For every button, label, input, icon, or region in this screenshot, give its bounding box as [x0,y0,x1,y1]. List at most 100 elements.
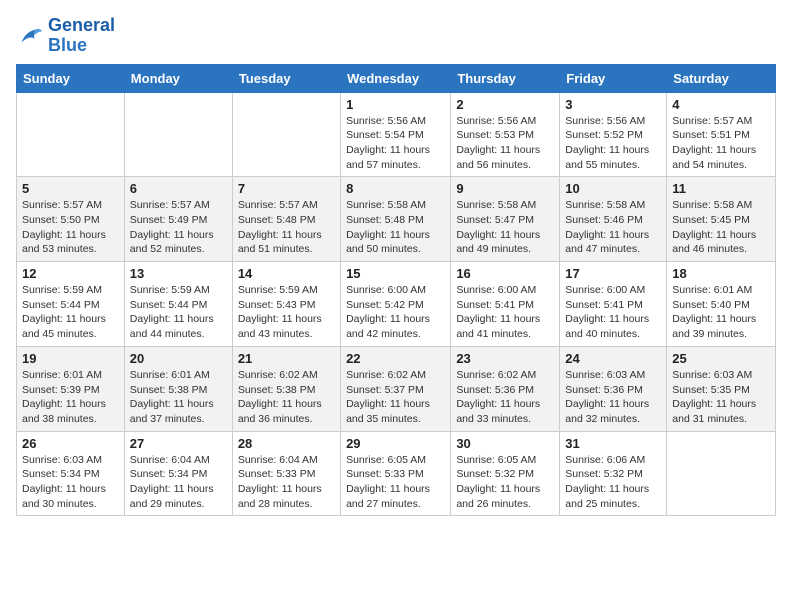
calendar-cell [667,431,776,516]
day-info: Sunrise: 5:57 AM Sunset: 5:50 PM Dayligh… [22,198,119,257]
calendar-cell: 17 Sunrise: 6:00 AM Sunset: 5:41 PM Dayli… [560,262,667,347]
day-info: Sunrise: 6:01 AM Sunset: 5:38 PM Dayligh… [130,368,227,427]
day-number: 10 [565,181,661,196]
day-info: Sunrise: 6:02 AM Sunset: 5:37 PM Dayligh… [346,368,445,427]
day-number: 24 [565,351,661,366]
day-info: Sunrise: 5:56 AM Sunset: 5:54 PM Dayligh… [346,114,445,173]
calendar-cell: 24 Sunrise: 6:03 AM Sunset: 5:36 PM Dayli… [560,346,667,431]
day-number: 30 [456,436,554,451]
day-number: 19 [22,351,119,366]
calendar-header: SundayMondayTuesdayWednesdayThursdayFrid… [17,64,776,92]
day-info: Sunrise: 5:58 AM Sunset: 5:45 PM Dayligh… [672,198,770,257]
day-number: 3 [565,97,661,112]
calendar-cell: 10 Sunrise: 5:58 AM Sunset: 5:46 PM Dayli… [560,177,667,262]
day-number: 15 [346,266,445,281]
day-info: Sunrise: 5:57 AM Sunset: 5:48 PM Dayligh… [238,198,335,257]
day-number: 2 [456,97,554,112]
logo: General Blue [16,16,115,56]
calendar-cell: 1 Sunrise: 5:56 AM Sunset: 5:54 PM Daylig… [341,92,451,177]
day-info: Sunrise: 6:00 AM Sunset: 5:42 PM Dayligh… [346,283,445,342]
weekday-header: Sunday [17,64,125,92]
calendar-cell: 8 Sunrise: 5:58 AM Sunset: 5:48 PM Daylig… [341,177,451,262]
calendar-cell: 22Sunrise: 6:02 AM Sunset: 5:37 PM Dayli… [341,346,451,431]
calendar-cell: 3 Sunrise: 5:56 AM Sunset: 5:52 PM Daylig… [560,92,667,177]
day-info: Sunrise: 6:05 AM Sunset: 5:32 PM Dayligh… [456,453,554,512]
day-number: 14 [238,266,335,281]
calendar-cell: 5 Sunrise: 5:57 AM Sunset: 5:50 PM Daylig… [17,177,125,262]
header-row: SundayMondayTuesdayWednesdayThursdayFrid… [17,64,776,92]
calendar-cell: 27 Sunrise: 6:04 AM Sunset: 5:34 PM Dayli… [124,431,232,516]
calendar-cell: 15 Sunrise: 6:00 AM Sunset: 5:42 PM Dayli… [341,262,451,347]
calendar-cell: 7 Sunrise: 5:57 AM Sunset: 5:48 PM Daylig… [232,177,340,262]
day-number: 27 [130,436,227,451]
day-info: Sunrise: 5:58 AM Sunset: 5:47 PM Dayligh… [456,198,554,257]
day-info: Sunrise: 5:57 AM Sunset: 5:49 PM Dayligh… [130,198,227,257]
calendar-week-row: 26Sunrise: 6:03 AM Sunset: 5:34 PM Dayli… [17,431,776,516]
day-info: Sunrise: 5:58 AM Sunset: 5:46 PM Dayligh… [565,198,661,257]
day-number: 11 [672,181,770,196]
calendar-cell: 14 Sunrise: 5:59 AM Sunset: 5:43 PM Dayli… [232,262,340,347]
calendar-cell: 13 Sunrise: 5:59 AM Sunset: 5:44 PM Dayli… [124,262,232,347]
day-info: Sunrise: 6:00 AM Sunset: 5:41 PM Dayligh… [565,283,661,342]
day-number: 21 [238,351,335,366]
day-number: 13 [130,266,227,281]
day-number: 29 [346,436,445,451]
calendar-cell: 19Sunrise: 6:01 AM Sunset: 5:39 PM Dayli… [17,346,125,431]
day-number: 25 [672,351,770,366]
day-info: Sunrise: 6:04 AM Sunset: 5:34 PM Dayligh… [130,453,227,512]
weekday-header: Thursday [451,64,560,92]
day-number: 1 [346,97,445,112]
day-info: Sunrise: 5:59 AM Sunset: 5:44 PM Dayligh… [130,283,227,342]
calendar-body: 1 Sunrise: 5:56 AM Sunset: 5:54 PM Daylig… [17,92,776,516]
calendar-cell: 12 Sunrise: 5:59 AM Sunset: 5:44 PM Dayli… [17,262,125,347]
day-number: 7 [238,181,335,196]
calendar-week-row: 1 Sunrise: 5:56 AM Sunset: 5:54 PM Daylig… [17,92,776,177]
day-number: 20 [130,351,227,366]
calendar-cell: 11 Sunrise: 5:58 AM Sunset: 5:45 PM Dayli… [667,177,776,262]
calendar-cell: 31 Sunrise: 6:06 AM Sunset: 5:32 PM Dayli… [560,431,667,516]
day-info: Sunrise: 5:59 AM Sunset: 5:44 PM Dayligh… [22,283,119,342]
day-number: 4 [672,97,770,112]
day-number: 26 [22,436,119,451]
calendar-week-row: 12 Sunrise: 5:59 AM Sunset: 5:44 PM Dayli… [17,262,776,347]
calendar-cell: 30 Sunrise: 6:05 AM Sunset: 5:32 PM Dayli… [451,431,560,516]
day-info: Sunrise: 6:03 AM Sunset: 5:35 PM Dayligh… [672,368,770,427]
calendar-cell: 28 Sunrise: 6:04 AM Sunset: 5:33 PM Dayli… [232,431,340,516]
calendar-week-row: 19Sunrise: 6:01 AM Sunset: 5:39 PM Dayli… [17,346,776,431]
calendar-cell [232,92,340,177]
day-number: 9 [456,181,554,196]
logo-text: General Blue [48,16,115,56]
calendar-cell [124,92,232,177]
calendar-cell: 18 Sunrise: 6:01 AM Sunset: 5:40 PM Dayli… [667,262,776,347]
day-info: Sunrise: 6:06 AM Sunset: 5:32 PM Dayligh… [565,453,661,512]
day-number: 28 [238,436,335,451]
calendar-cell: 26Sunrise: 6:03 AM Sunset: 5:34 PM Dayli… [17,431,125,516]
day-number: 31 [565,436,661,451]
calendar-cell: 23 Sunrise: 6:02 AM Sunset: 5:36 PM Dayli… [451,346,560,431]
calendar-cell [17,92,125,177]
day-info: Sunrise: 6:02 AM Sunset: 5:38 PM Dayligh… [238,368,335,427]
day-info: Sunrise: 6:04 AM Sunset: 5:33 PM Dayligh… [238,453,335,512]
day-number: 5 [22,181,119,196]
day-info: Sunrise: 6:01 AM Sunset: 5:40 PM Dayligh… [672,283,770,342]
day-info: Sunrise: 6:05 AM Sunset: 5:33 PM Dayligh… [346,453,445,512]
day-number: 17 [565,266,661,281]
calendar-cell: 25 Sunrise: 6:03 AM Sunset: 5:35 PM Dayli… [667,346,776,431]
day-info: Sunrise: 5:58 AM Sunset: 5:48 PM Dayligh… [346,198,445,257]
day-info: Sunrise: 6:02 AM Sunset: 5:36 PM Dayligh… [456,368,554,427]
calendar-cell: 9 Sunrise: 5:58 AM Sunset: 5:47 PM Daylig… [451,177,560,262]
day-info: Sunrise: 6:03 AM Sunset: 5:36 PM Dayligh… [565,368,661,427]
weekday-header: Monday [124,64,232,92]
calendar-week-row: 5 Sunrise: 5:57 AM Sunset: 5:50 PM Daylig… [17,177,776,262]
calendar-cell: 20 Sunrise: 6:01 AM Sunset: 5:38 PM Dayli… [124,346,232,431]
day-info: Sunrise: 5:59 AM Sunset: 5:43 PM Dayligh… [238,283,335,342]
day-number: 23 [456,351,554,366]
day-number: 12 [22,266,119,281]
calendar-cell: 21 Sunrise: 6:02 AM Sunset: 5:38 PM Dayli… [232,346,340,431]
day-number: 16 [456,266,554,281]
day-number: 18 [672,266,770,281]
day-info: Sunrise: 5:56 AM Sunset: 5:53 PM Dayligh… [456,114,554,173]
day-number: 6 [130,181,227,196]
day-number: 8 [346,181,445,196]
day-info: Sunrise: 5:56 AM Sunset: 5:52 PM Dayligh… [565,114,661,173]
